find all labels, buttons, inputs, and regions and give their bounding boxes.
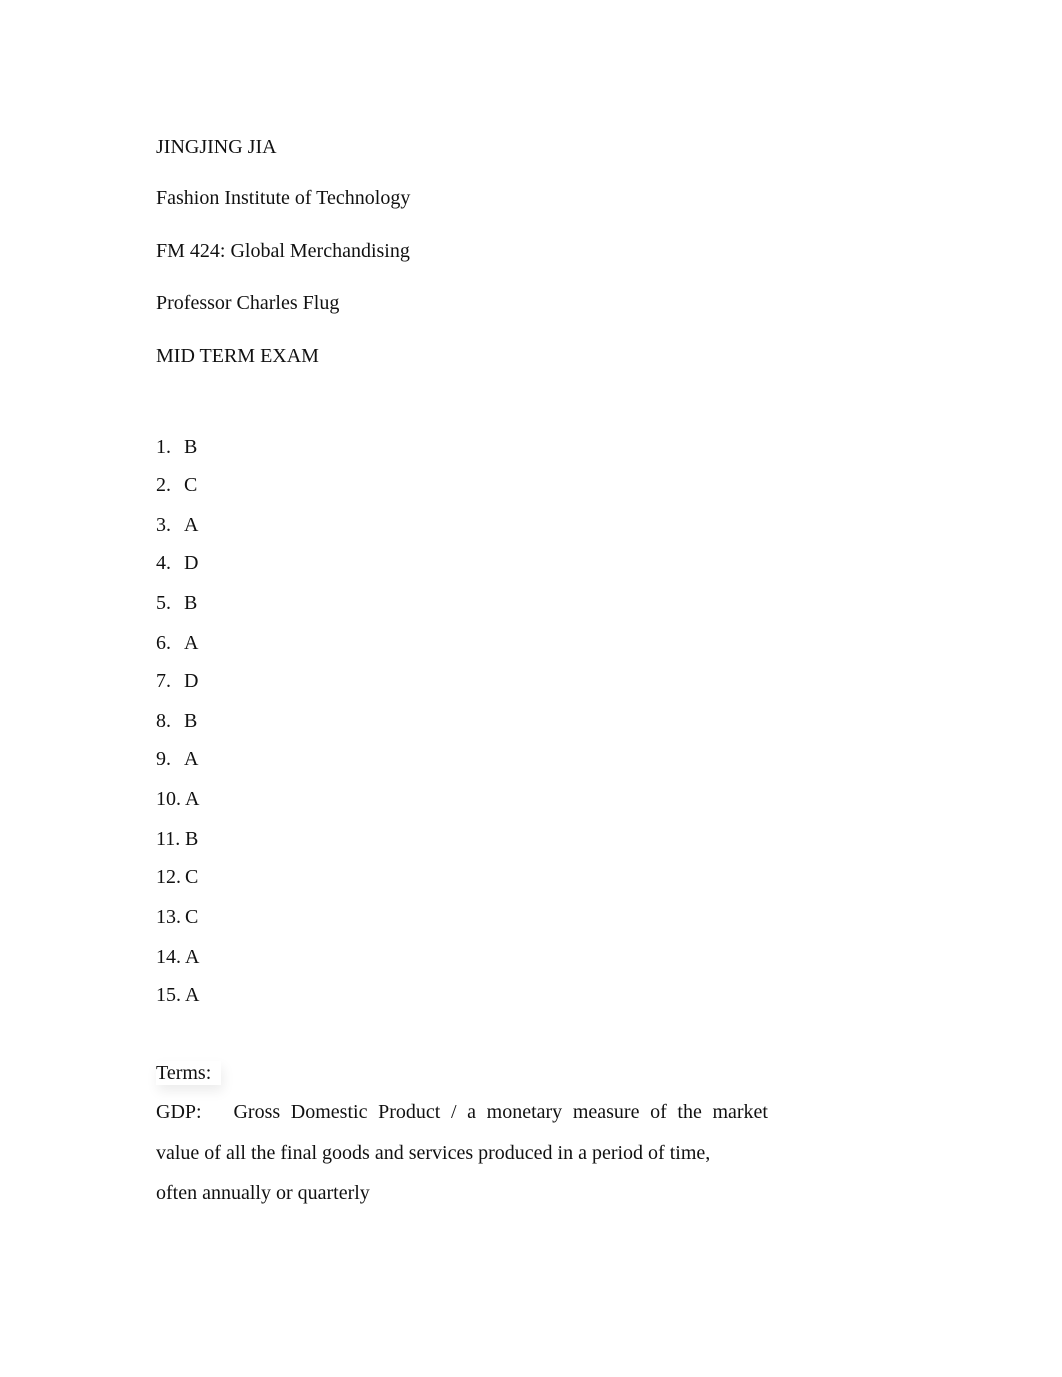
answer-number: 13.	[156, 906, 181, 928]
answer-number: 4.	[156, 552, 171, 574]
gdp-line-2: value of all the final goods and service…	[156, 1142, 711, 1164]
answer-choice: B	[185, 828, 199, 850]
answer-item: 4. D	[156, 551, 198, 575]
answer-number: 3.	[156, 514, 171, 536]
answer-item: 8. B	[156, 709, 197, 733]
answer-item: 12. C	[156, 865, 198, 889]
answer-item: 1. B	[156, 435, 197, 459]
answer-choice: B	[184, 710, 198, 732]
answer-item: 10. A	[156, 787, 199, 811]
gdp-line-1: GDP: Gross Domestic Product / a monetary…	[156, 1101, 768, 1123]
answer-number: 2.	[156, 474, 171, 496]
answer-number: 11.	[156, 828, 181, 850]
answer-choice: A	[185, 984, 200, 1006]
answer-number: 7.	[156, 670, 171, 692]
answer-choice: A	[185, 946, 200, 968]
terms-heading: Terms:	[156, 1061, 221, 1085]
answer-item: 7. D	[156, 669, 198, 693]
gdp-definition: GDP: Gross Domestic Product / a monetary…	[156, 1092, 768, 1212]
institution: Fashion Institute of Technology	[156, 187, 411, 209]
student-name: JINGJING JIA	[156, 136, 277, 158]
answer-item: 15. A	[156, 983, 199, 1007]
answer-choice: C	[185, 906, 199, 928]
answer-number: 9.	[156, 748, 171, 770]
answer-number: 10.	[156, 788, 181, 810]
answer-choice: A	[184, 748, 199, 770]
answer-item: 6. A	[156, 631, 198, 655]
answer-item: 14. A	[156, 945, 199, 969]
professor-name: Professor Charles Flug	[156, 292, 340, 314]
answer-number: 12.	[156, 866, 181, 888]
exam-title: MID TERM EXAM	[156, 345, 319, 367]
answer-number: 14.	[156, 946, 181, 968]
answer-choice: B	[184, 436, 198, 458]
answer-choice: C	[184, 474, 198, 496]
answer-number: 15.	[156, 984, 181, 1006]
answer-item: 13. C	[156, 905, 198, 929]
answer-choice: A	[184, 514, 199, 536]
answer-item: 3. A	[156, 513, 198, 537]
answer-choice: A	[184, 632, 199, 654]
gdp-line-3: often annually or quarterly	[156, 1182, 370, 1204]
answer-choice: D	[184, 552, 199, 574]
answer-number: 6.	[156, 632, 171, 654]
answer-choice: D	[184, 670, 199, 692]
course-title: FM 424: Global Merchandising	[156, 240, 410, 262]
answer-number: 8.	[156, 710, 171, 732]
answer-choice: B	[184, 592, 198, 614]
answer-item: 5. B	[156, 591, 197, 615]
answer-choice: A	[185, 788, 200, 810]
answer-number: 5.	[156, 592, 171, 614]
answer-item: 11. B	[156, 827, 198, 851]
answer-item: 2. C	[156, 473, 197, 497]
answer-number: 1.	[156, 436, 171, 458]
answer-item: 9. A	[156, 747, 198, 771]
answer-choice: C	[185, 866, 199, 888]
